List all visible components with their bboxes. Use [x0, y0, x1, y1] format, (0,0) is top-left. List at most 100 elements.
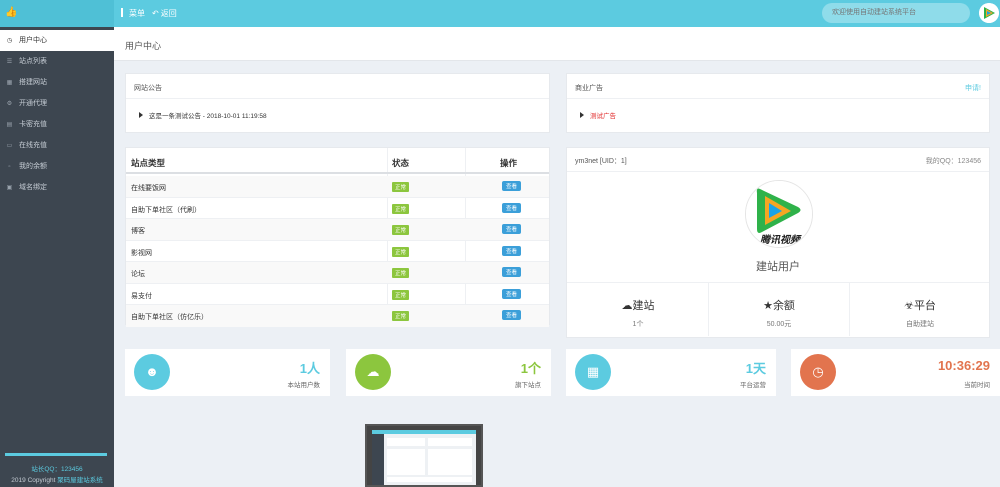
copyright-link[interactable]: 聚码屋建站系统: [57, 477, 103, 484]
table-header: 站点类型 状态 操作: [126, 148, 549, 174]
card-icon: ▭: [6, 143, 13, 149]
calendar-icon: ▦: [575, 354, 611, 390]
profile-panel: ym3net [UID：1] 我的QQ：123456 腾讯视频 建站用户 ☁建站…: [566, 147, 990, 338]
sidebar-item-online-recharge[interactable]: ▭ 在线充值: [0, 135, 114, 156]
star-icon: ★: [763, 300, 773, 312]
view-button[interactable]: 查看: [502, 267, 522, 277]
apply-ad-link[interactable]: 申请!: [965, 83, 981, 93]
profile-role: 建站用户: [756, 261, 800, 273]
view-button[interactable]: 查看: [502, 310, 522, 320]
card-site-count: ☁ 1个 旗下站点: [346, 349, 551, 396]
page-title: 用户中心: [125, 41, 162, 51]
card-user-count: ☻ 1人 本站用户数: [125, 349, 330, 396]
back-button[interactable]: ↶ 返回: [152, 8, 177, 19]
status-badge: 正常: [392, 289, 410, 300]
list-icon: ☰: [6, 59, 13, 65]
tencent-video-logo-icon: [979, 3, 999, 23]
user-group-icon: ☣: [904, 300, 914, 312]
profile-header: ym3net [UID：1] 我的QQ：123456: [567, 148, 989, 172]
tencent-video-logo-icon: 腾讯视频: [746, 181, 812, 247]
cloud-icon: ☁: [621, 300, 633, 312]
stat-sites: ☁建站 1个: [567, 283, 709, 336]
site-type-name: 易支付: [131, 292, 152, 300]
caret-right-icon: [139, 112, 143, 118]
user-count-value: 1人: [299, 361, 320, 376]
table-row: 易支付 正常 查看: [126, 284, 549, 305]
user-avatar[interactable]: [979, 3, 999, 23]
view-button[interactable]: 查看: [502, 288, 522, 299]
ads-header: 商业广告 申请!: [567, 74, 989, 99]
profile-username: ym3net [UID：1]: [575, 158, 627, 165]
view-button[interactable]: 查看: [502, 202, 522, 213]
document-icon: ▤: [6, 122, 13, 128]
ad-item[interactable]: 测试广告: [580, 110, 616, 120]
preview-inner: [372, 430, 476, 485]
sidebar-item-agent[interactable]: ⚙ 开通代理: [0, 93, 114, 114]
card-current-time: ◷ 10:36:29 当前时间: [791, 349, 1000, 396]
sidebar-item-label: 搭建网站: [19, 79, 47, 86]
sidebar-item-label: 卡密充值: [19, 121, 47, 128]
stat-label-text: 平台: [913, 300, 936, 312]
menu-separator: [121, 8, 123, 17]
stat-platform-value: 自助建站: [906, 321, 934, 328]
ad-text: 测试广告: [590, 113, 616, 120]
site-count-value: 1个: [520, 361, 541, 376]
thumbs-up-icon: 👍: [5, 7, 18, 18]
copyright: 2019 Copyright 聚码屋建站系统: [0, 474, 114, 484]
sidebar-item-label: 我的余额: [19, 163, 47, 170]
site-type-name: 博客: [131, 228, 145, 235]
site-type-table: 站点类型 状态 操作 在线要饭网 正常 查看 自助下单社区（代刷） 正常 查看 …: [125, 147, 550, 327]
sidebar-item-user-center[interactable]: ◷ 用户中心: [0, 30, 114, 51]
cloud-icon: ☁: [355, 354, 391, 390]
status-badge: 正常: [392, 182, 410, 192]
preview-sidebar: [372, 434, 384, 485]
view-button[interactable]: 查看: [502, 181, 522, 191]
status-badge: 正常: [392, 268, 410, 278]
logo-area: 👍: [0, 0, 114, 27]
back-arrow-icon: ↶: [152, 9, 159, 18]
sidebar-item-domain[interactable]: ▣ 域名绑定: [0, 177, 114, 198]
sidebar-item-card-recharge[interactable]: ▤ 卡密充值: [0, 114, 114, 135]
stat-label-text: 余额: [772, 300, 795, 312]
preview-thumbnail: [365, 424, 483, 487]
page-title-bar: 用户中心: [114, 27, 1000, 61]
admin-qq: 站长QQ：123456: [31, 466, 83, 473]
table-row: 自助下单社区（仿亿乐） 正常 查看: [126, 305, 549, 327]
view-button[interactable]: 查看: [502, 245, 522, 256]
cart-icon: ▦: [6, 80, 13, 86]
preview-panel: [387, 477, 472, 482]
sidebar-item-label: 用户中心: [19, 37, 47, 44]
status-badge: 正常: [392, 203, 410, 214]
sidebar-item-balance[interactable]: ▫ 我的余额: [0, 156, 114, 177]
announcement-item[interactable]: 这是一条测试公告 - 2018-10-01 11:19:58: [139, 110, 267, 120]
preview-bar: [372, 430, 476, 434]
table-row: 论坛 正常 查看: [126, 262, 549, 284]
col-header-type: 站点类型: [131, 158, 166, 168]
site-type-name: 自助下单社区（代刷）: [131, 206, 201, 214]
col-header-action: 操作: [500, 158, 518, 168]
sidebar-item-site-list[interactable]: ☰ 站点列表: [0, 51, 114, 72]
profile-qq: 我的QQ：123456: [925, 158, 981, 165]
table-row: 自助下单社区（代刷） 正常 查看: [126, 198, 549, 219]
sidebar-item-label: 开通代理: [19, 100, 47, 107]
top-bar: 👍 菜单 ↶ 返回: [0, 0, 1000, 27]
preview-panel: [428, 449, 472, 475]
search-input[interactable]: [822, 3, 970, 23]
site-type-name: 论坛: [131, 271, 145, 278]
menu-button[interactable]: 菜单: [129, 8, 145, 19]
status-badge: 正常: [392, 246, 410, 257]
profile-stats: ☁建站 1个 ★余额 50.00元 ☣平台 自助建站: [567, 282, 989, 336]
view-button[interactable]: 查看: [502, 224, 522, 234]
profile-avatar[interactable]: 腾讯视频: [745, 180, 813, 248]
clock-icon: ◷: [800, 354, 836, 390]
sidebar-divider: [5, 453, 107, 456]
status-badge: 正常: [392, 311, 410, 321]
sidebar-item-label: 站点列表: [19, 58, 47, 65]
operation-days-label: 平台运营: [740, 382, 766, 389]
table-row: 在线要饭网 正常 查看: [126, 176, 549, 198]
sidebar-item-build-site[interactable]: ▦ 搭建网站: [0, 72, 114, 93]
site-type-name: 在线要饭网: [131, 185, 166, 192]
stat-balance: ★余额 50.00元: [708, 283, 850, 336]
wallet-icon: ▫: [8, 164, 11, 170]
stat-balance-label: ★余额: [708, 297, 850, 313]
